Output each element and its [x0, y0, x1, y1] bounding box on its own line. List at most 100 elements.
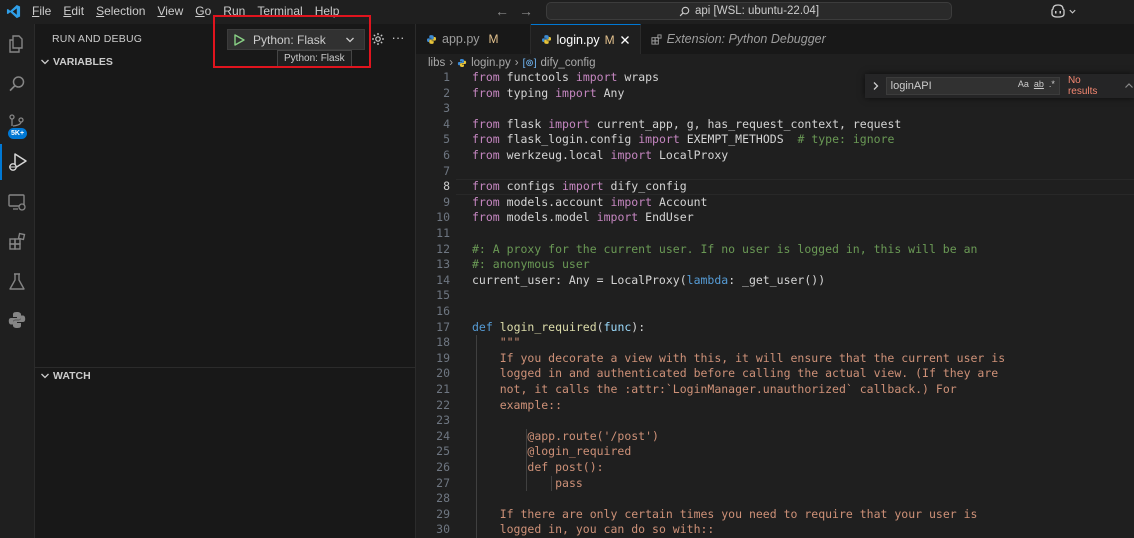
copilot-button[interactable] [1050, 0, 1077, 22]
menu-item-selection[interactable]: Selection [90, 0, 151, 22]
tab-login-py[interactable]: login.py M [530, 24, 641, 54]
code-text: @app.route('/post') [527, 428, 659, 443]
code-line[interactable]: 9 from models.account import Account [416, 195, 1134, 211]
chevron-right-icon [873, 82, 879, 90]
code-line[interactable]: 19 If you decorate a view with this, it … [416, 351, 1134, 367]
code-line[interactable]: 23 [416, 413, 1134, 429]
code-text: from werkzeug.local import LocalProxy [472, 148, 729, 162]
variables-section-header[interactable]: VARIABLES [35, 52, 415, 72]
code-line[interactable]: 17 def login_required(func): [416, 320, 1134, 336]
search-view-button[interactable] [0, 66, 34, 102]
extensions-button[interactable] [0, 224, 34, 260]
code-line[interactable]: 29 If there are only certain times you n… [416, 507, 1134, 523]
play-icon [234, 33, 245, 46]
whole-word-toggle[interactable]: ab [1034, 79, 1044, 89]
breadcrumb-file[interactable]: login.py [471, 57, 511, 69]
search-icon [9, 76, 25, 92]
code-line[interactable]: 12 #: A proxy for the current user. If no… [416, 242, 1134, 258]
code-text: logged in, you can do so with:: [499, 522, 715, 537]
remote-explorer-icon [8, 194, 26, 211]
code-line[interactable]: 13 #: anonymous user [416, 257, 1134, 273]
python-icon [8, 312, 26, 328]
testing-button[interactable] [0, 264, 34, 300]
code-line[interactable]: 14 current_user: Any = LocalProxy(lambda:… [416, 273, 1134, 289]
launch-configuration-select[interactable]: Python: Flask [227, 29, 365, 50]
line-number: 29 [436, 506, 450, 521]
code-line[interactable]: 6 from werkzeug.local import LocalProxy [416, 148, 1134, 164]
python-button[interactable] [0, 302, 34, 338]
line-number: 30 [436, 522, 450, 537]
breadcrumb-symbol[interactable]: dify_config [541, 57, 596, 69]
line-number: 14 [436, 272, 450, 287]
toggle-replace-button[interactable] [868, 81, 884, 91]
menu-item-help[interactable]: Help [309, 0, 346, 22]
menu-item-go[interactable]: Go [189, 0, 217, 22]
code-line[interactable]: 20 logged in and authenticated before ca… [416, 366, 1134, 382]
line-number: 27 [436, 475, 450, 490]
code-line[interactable]: 16 [416, 304, 1134, 320]
code-line[interactable]: 3 [416, 101, 1134, 117]
remote-explorer-button[interactable] [0, 184, 34, 220]
menu-item-file[interactable]: File [26, 0, 57, 22]
find-options: Aa ab .* [1018, 79, 1055, 89]
tab-app-py[interactable]: app.py M [416, 24, 531, 54]
editor-area: app.py M login.py M Extension: Python De… [416, 24, 1134, 538]
source-control-button[interactable]: 5K+ [0, 106, 34, 142]
match-case-toggle[interactable]: Aa [1018, 79, 1029, 89]
find-widget: loginAPI Aa ab .* No results [865, 74, 1134, 98]
line-number: 6 [443, 148, 450, 162]
extensions-icon [9, 232, 26, 250]
regex-toggle[interactable]: .* [1049, 79, 1055, 89]
tab-extension-python-debugger[interactable]: Extension: Python Debugger [641, 24, 836, 54]
find-result-count: No results [1067, 75, 1098, 97]
line-number: 4 [443, 116, 450, 131]
code-line[interactable]: 30 logged in, you can do so with:: [416, 522, 1134, 538]
previous-match-button[interactable] [1124, 81, 1134, 91]
code-text: current_user: Any = LocalProxy(lambda: _… [472, 272, 826, 287]
close-icon[interactable] [620, 35, 630, 45]
menu-item-view[interactable]: View [151, 0, 189, 22]
code-line[interactable]: 4 from flask import current_app, g, has_r… [416, 117, 1134, 133]
menu-item-terminal[interactable]: Terminal [251, 0, 308, 22]
explorer-button[interactable] [0, 26, 34, 62]
line-number: 12 [436, 241, 450, 256]
open-launch-json-button[interactable] [370, 31, 386, 47]
line-number: 7 [443, 163, 450, 178]
menu-item-run[interactable]: Run [217, 0, 251, 22]
line-number: 11 [436, 226, 450, 240]
code-line[interactable]: 18 """ [416, 335, 1134, 351]
code-text: def post(): [527, 460, 604, 474]
code-line[interactable]: 11 [416, 226, 1134, 242]
code-text: If there are only certain times you need… [499, 506, 978, 521]
more-actions-button[interactable]: ··· [390, 29, 406, 47]
code-text: logged in and authenticated before calli… [499, 366, 999, 381]
modified-indicator: M [488, 32, 499, 46]
menu-item-edit[interactable]: Edit [57, 0, 90, 22]
code-line[interactable]: 5 from flask_login.config import EXEMPT_M… [416, 132, 1134, 148]
code-line[interactable]: 21 not, it calls the :attr:`LoginManager… [416, 382, 1134, 398]
code-line[interactable]: 26 def post(): [416, 460, 1134, 476]
code-line[interactable]: 15 [416, 288, 1134, 304]
code-line[interactable]: 28 [416, 491, 1134, 507]
code-text: from models.account import Account [472, 194, 708, 209]
line-number: 10 [436, 210, 450, 225]
watch-label: WATCH [53, 370, 91, 382]
breadcrumb-folder[interactable]: libs [428, 57, 445, 69]
start-debugging-button[interactable] [231, 32, 247, 48]
command-center[interactable]: api [WSL: ubuntu-22.04] [546, 2, 952, 20]
indent-guide [551, 475, 552, 492]
code-line[interactable]: 22 example:: [416, 398, 1134, 414]
line-number: 24 [436, 428, 450, 443]
code-line[interactable]: 8 from configs import dify_config [416, 179, 1134, 195]
code-line[interactable]: 10 from models.model import EndUser [416, 210, 1134, 226]
back-arrow-icon[interactable]: ← [495, 3, 509, 19]
find-input[interactable]: loginAPI Aa ab .* [885, 77, 1060, 95]
forward-arrow-icon[interactable]: → [519, 3, 533, 19]
code-line[interactable]: 7 [416, 164, 1134, 180]
run-and-debug-button[interactable] [0, 144, 34, 180]
watch-section-header[interactable]: WATCH [35, 366, 415, 386]
code-text: #: anonymous user [472, 257, 590, 272]
code-line[interactable]: 25 @login_required [416, 444, 1134, 460]
code-line[interactable]: 24 @app.route('/post') [416, 429, 1134, 445]
code-line[interactable]: 27 pass [416, 476, 1134, 492]
